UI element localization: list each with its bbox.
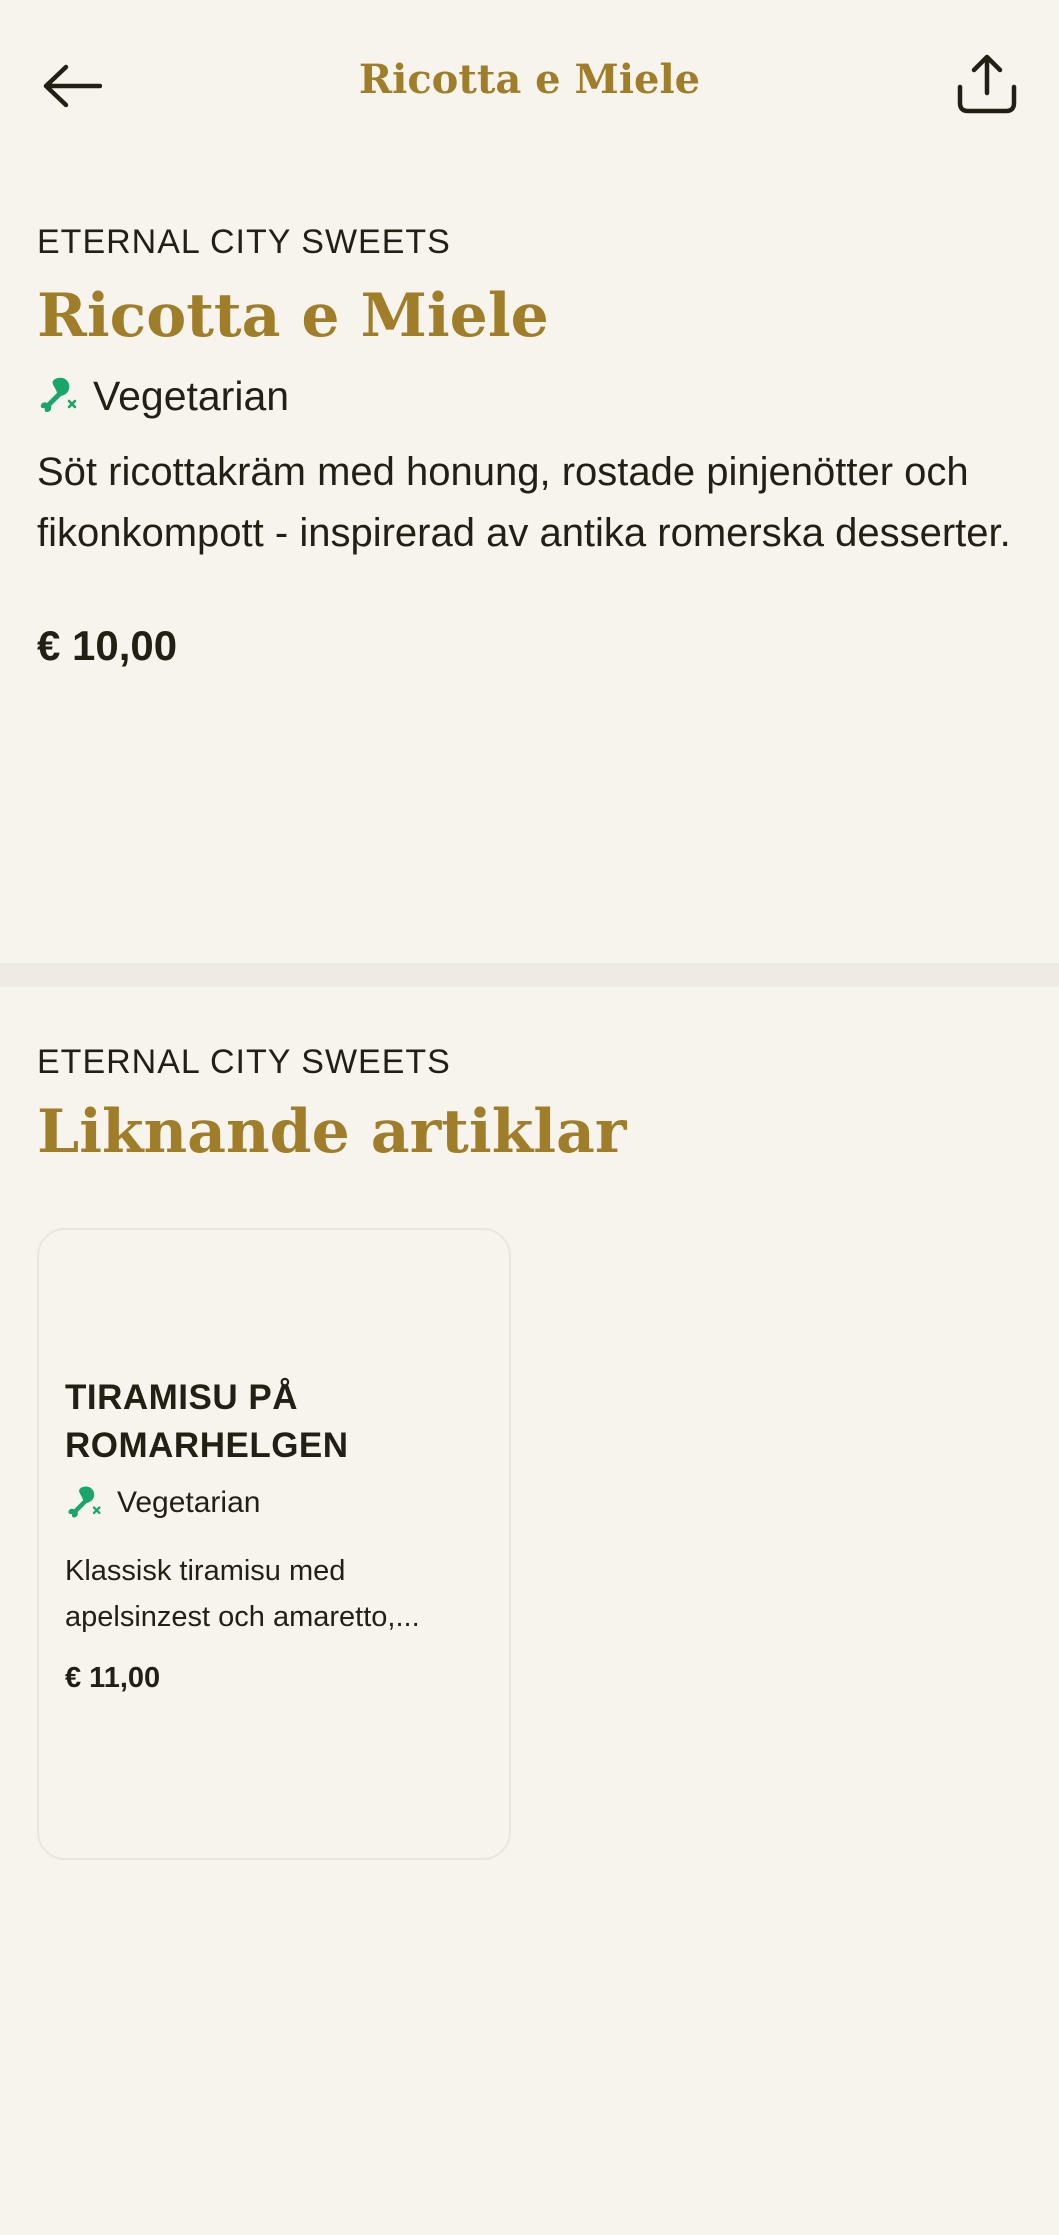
product-price: € 10,00 — [37, 622, 178, 669]
product-category: ETERNAL CITY SWEETS — [37, 223, 451, 261]
diet-label: Vegetarian — [93, 372, 290, 419]
section-divider — [0, 963, 1059, 987]
similar-item-card[interactable]: TIRAMISU PÅ ROMARHELGEN Vegetarian Klass… — [37, 1228, 511, 1860]
card-diet-label: Vegetarian — [117, 1486, 261, 1519]
top-bar: Ricotta e Miele — [0, 0, 1059, 165]
card-title: TIRAMISU PÅ ROMARHELGEN — [65, 1378, 349, 1465]
card-price: € 11,00 — [65, 1662, 161, 1694]
product-section: ETERNAL CITY SWEETS Ricotta e Miele Vege… — [0, 165, 1059, 963]
similar-category: ETERNAL CITY SWEETS — [37, 1043, 451, 1081]
card-diet-tag: Vegetarian — [65, 1484, 483, 1522]
similar-title: Liknande artiklar — [37, 1097, 627, 1167]
similar-items-section: ETERNAL CITY SWEETS Liknande artiklar TI… — [0, 987, 1059, 1860]
share-icon — [957, 54, 1017, 114]
product-detail-page: Ricotta e Miele ETERNAL CITY SWEETS Rico… — [0, 0, 1059, 2235]
header-title: Ricotta e Miele — [358, 56, 701, 103]
card-description: Klassisk tiramisu med apelsinzest och am… — [65, 1555, 420, 1633]
product-title: Ricotta e Miele — [37, 281, 549, 351]
vegetarian-drumstick-off-icon — [68, 1486, 101, 1518]
product-description: Söt ricottakräm med honung, rostade pinj… — [37, 450, 1011, 555]
diet-tag: Vegetarian — [37, 368, 1023, 424]
share-button[interactable] — [951, 46, 1023, 122]
vegetarian-drumstick-off-icon — [40, 377, 77, 412]
